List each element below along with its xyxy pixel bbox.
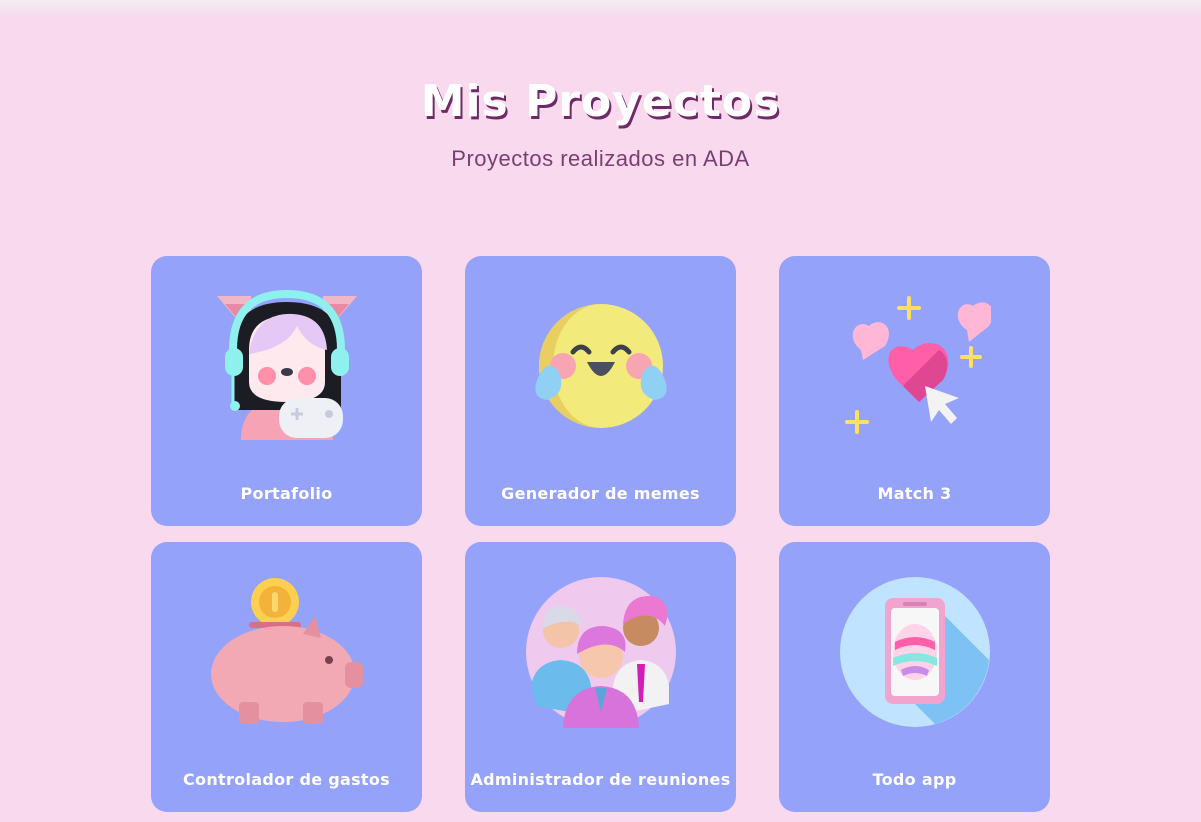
phone-egg-icon	[840, 577, 990, 727]
top-fade	[0, 0, 1201, 18]
page-header: Mis Proyectos Proyectos realizados en AD…	[0, 72, 1201, 172]
project-label: Todo app	[872, 770, 957, 789]
project-card-todo-app[interactable]: Todo app	[779, 542, 1050, 812]
project-label: Controlador de gastos	[183, 770, 390, 789]
project-card-portafolio[interactable]: Portafolio	[151, 256, 422, 526]
project-card-generador-de-memes[interactable]: Generador de memes	[465, 256, 736, 526]
project-card-administrador-de-reuniones[interactable]: Administrador de reuniones	[465, 542, 736, 812]
project-card-match-3[interactable]: Match 3	[779, 256, 1050, 526]
gamer-girl-icon	[217, 290, 357, 440]
project-label: Portafolio	[240, 484, 333, 503]
page-subtitle: Proyectos realizados en ADA	[451, 146, 750, 171]
project-label: Generador de memes	[501, 484, 700, 503]
meeting-people-icon	[526, 577, 676, 728]
projects-grid: Portafolio Generador de memes Match 3 Co…	[151, 256, 1050, 812]
project-label: Match 3	[877, 484, 952, 503]
page-title: Mis Proyectos	[420, 76, 781, 127]
project-label: Administrador de reuniones	[470, 770, 731, 789]
laughing-emoji-icon	[535, 304, 667, 428]
piggy-bank-icon	[211, 578, 363, 724]
hearts-cursor-icon	[845, 296, 991, 434]
project-card-controlador-de-gastos[interactable]: Controlador de gastos	[151, 542, 422, 812]
